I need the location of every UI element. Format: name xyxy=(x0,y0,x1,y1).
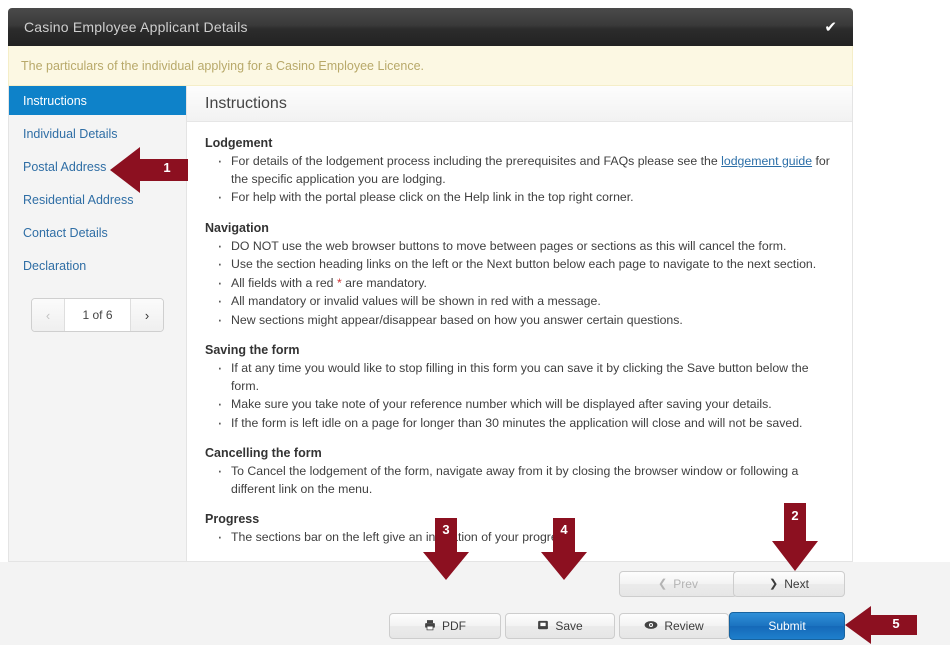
submit-button-label: Submit xyxy=(768,619,806,633)
list-item: If the form is left idle on a page for l… xyxy=(217,414,834,433)
list-item: For help with the portal please click on… xyxy=(217,188,834,207)
pager-label: 1 of 6 xyxy=(65,299,130,331)
annotation-number: 1 xyxy=(163,160,171,175)
bullet-text: All mandatory or invalid values will be … xyxy=(231,294,601,308)
window-titlebar: Casino Employee Applicant Details ✔ xyxy=(8,8,853,46)
pager-prev-button[interactable]: ‹ xyxy=(32,299,65,331)
save-button-label: Save xyxy=(555,619,583,633)
list-item: If at any time you would like to stop fi… xyxy=(217,359,834,395)
list-item: New sections might appear/disappear base… xyxy=(217,311,834,330)
section-bullets: DO NOT use the web browser buttons to mo… xyxy=(205,237,834,330)
section-bullets: The sections bar on the left give an ind… xyxy=(205,528,834,547)
sidebar-item-declaration[interactable]: Declaration xyxy=(9,251,186,280)
pdf-button-label: PDF xyxy=(442,619,466,633)
list-item: For details of the lodgement process inc… xyxy=(217,152,834,188)
annotation-number: 3 xyxy=(442,522,450,537)
list-item: All mandatory or invalid values will be … xyxy=(217,292,834,311)
section-title: Progress xyxy=(205,512,260,526)
bullet-text: If the form is left idle on a page for l… xyxy=(231,415,803,430)
bullet-text: For details of the lodgement process inc… xyxy=(231,154,722,168)
bullet-text: Make sure you take note of your referenc… xyxy=(231,397,772,411)
annotation-arrow-1: 1 xyxy=(110,145,188,195)
pdf-button[interactable]: PDF xyxy=(389,613,501,639)
list-item: To Cancel the lodgement of the form, nav… xyxy=(217,462,834,498)
sidebar-item-label: Instructions xyxy=(23,93,87,108)
next-button[interactable]: ❯ Next xyxy=(733,571,845,597)
save-button[interactable]: Save xyxy=(505,613,615,639)
section-bullets: If at any time you would like to stop fi… xyxy=(205,359,834,433)
list-item: All fields with a red * are mandatory. xyxy=(217,274,834,293)
sidebar-item-contact-details[interactable]: Contact Details xyxy=(9,218,186,247)
bullet-text: To Cancel the lodgement of the form, nav… xyxy=(231,464,799,496)
review-button[interactable]: Review xyxy=(619,613,729,639)
chevron-left-icon: ❮ xyxy=(658,577,668,590)
prev-button-label: Prev xyxy=(673,577,698,591)
bullet-text: DO NOT use the web browser buttons to mo… xyxy=(231,238,787,253)
next-button-label: Next xyxy=(784,577,809,591)
section-pager: ‹ 1 of 6 › xyxy=(31,298,164,332)
sidebar-item-instructions[interactable]: Instructions xyxy=(9,86,186,115)
chevron-right-icon: › xyxy=(144,307,150,323)
list-item: The sections bar on the left give an ind… xyxy=(217,528,834,547)
bullet-text: All fields with a red xyxy=(231,275,337,290)
sidebar-item-label: Postal Address xyxy=(23,159,107,174)
section-title: Saving the form xyxy=(205,343,300,357)
chevron-right-icon: ❯ xyxy=(769,577,779,590)
annotation-number: 2 xyxy=(791,508,799,523)
list-item: DO NOT use the web browser buttons to mo… xyxy=(217,237,834,256)
bullet-text: New sections might appear/disappear base… xyxy=(231,312,683,327)
content-header: Instructions xyxy=(187,86,852,122)
submit-button[interactable]: Submit xyxy=(729,612,845,640)
chevron-left-icon: ‹ xyxy=(45,307,51,323)
notice-banner: The particulars of the individual applyi… xyxy=(8,46,853,86)
save-icon xyxy=(537,619,549,634)
window-title: Casino Employee Applicant Details xyxy=(24,19,248,35)
annotation-arrow-5: 5 xyxy=(845,604,917,646)
annotation-arrow-2: 2 xyxy=(766,503,824,571)
section-title: Lodgement xyxy=(205,136,273,150)
annotation-arrow-3: 3 xyxy=(417,518,475,580)
annotation-number: 4 xyxy=(560,522,568,537)
application-window: Casino Employee Applicant Details ✔ The … xyxy=(8,8,853,562)
bullet-text: The sections bar on the left give an ind… xyxy=(231,530,574,544)
sidebar-item-label: Contact Details xyxy=(23,225,108,240)
printer-icon xyxy=(424,619,436,634)
section-bullets: For details of the lodgement process inc… xyxy=(205,152,834,207)
check-icon: ✔ xyxy=(824,18,837,36)
annotation-number: 5 xyxy=(892,616,900,631)
content-area: Instructions Lodgement For details of th… xyxy=(187,86,852,561)
instructions-body: Lodgement For details of the lodgement p… xyxy=(187,122,852,547)
bullet-text: Use the section heading links on the lef… xyxy=(231,257,817,271)
annotation-arrow-4: 4 xyxy=(535,518,593,580)
sidebar-item-individual-details[interactable]: Individual Details xyxy=(9,119,186,148)
bullet-text: For help with the portal please click on… xyxy=(231,190,634,204)
list-item: Make sure you take note of your referenc… xyxy=(217,395,834,414)
section-title: Navigation xyxy=(205,220,269,235)
lodgement-guide-link[interactable]: lodgement guide xyxy=(721,154,812,168)
pager-next-button[interactable]: › xyxy=(130,299,163,331)
notice-text: The particulars of the individual applyi… xyxy=(21,58,425,73)
list-item: Use the section heading links on the lef… xyxy=(217,255,834,274)
bullet-text-after: are mandatory. xyxy=(341,275,427,290)
bullet-text: If at any time you would like to stop fi… xyxy=(231,361,809,393)
section-title: Cancelling the form xyxy=(205,446,322,460)
section-bullets: To Cancel the lodgement of the form, nav… xyxy=(205,462,834,498)
prev-button[interactable]: ❮ Prev xyxy=(619,571,737,597)
page-title: Instructions xyxy=(205,94,287,112)
eye-icon xyxy=(644,619,658,634)
review-button-label: Review xyxy=(664,619,704,633)
sidebar-item-label: Declaration xyxy=(23,258,87,273)
sidebar-item-label: Individual Details xyxy=(23,126,118,141)
